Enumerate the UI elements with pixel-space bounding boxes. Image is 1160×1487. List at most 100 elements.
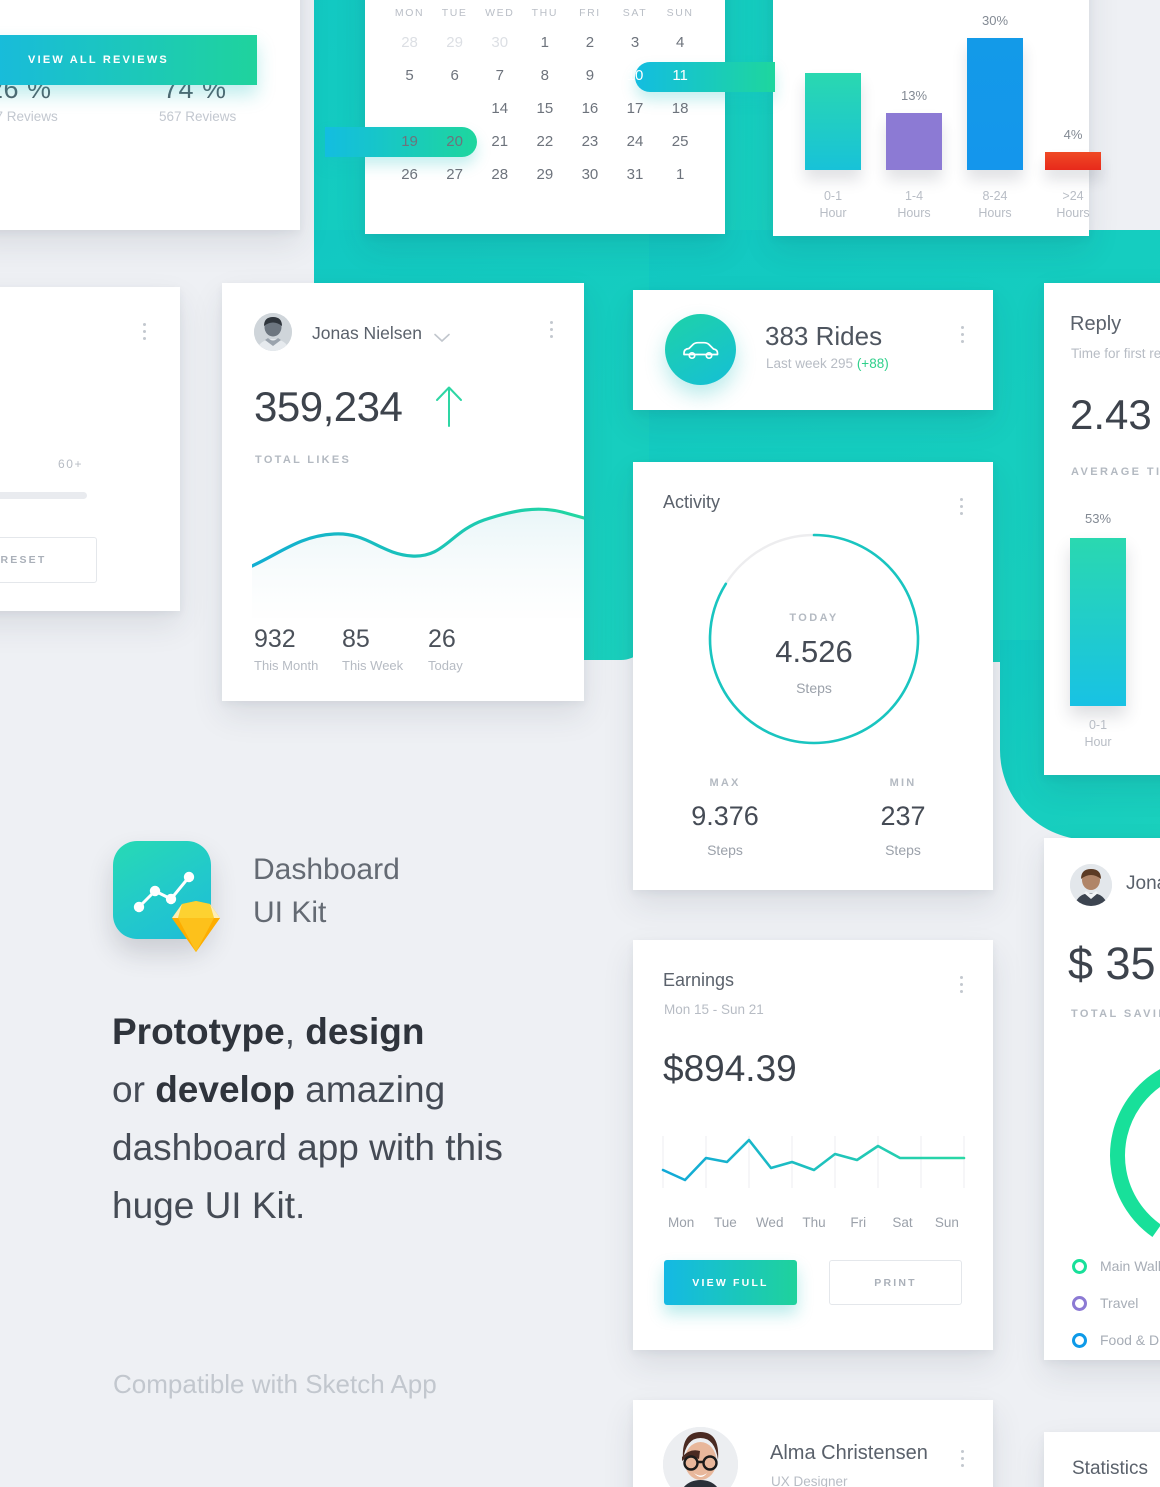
calendar-day-cell[interactable]: 12 bbox=[387, 92, 432, 125]
calendar-weekday: SAT bbox=[622, 7, 648, 19]
stat-value: 237 bbox=[880, 801, 926, 831]
calendar-week-row: 26 27 28 29 30 31 1 bbox=[387, 158, 703, 191]
range-slider-track[interactable] bbox=[0, 492, 87, 499]
earnings-day-label: Tue bbox=[714, 1215, 737, 1230]
calendar-day-cell[interactable]: 14 bbox=[477, 92, 522, 125]
rides-lastweek: Last week 295 bbox=[766, 356, 857, 371]
calendar-day-cell[interactable]: 4 bbox=[658, 26, 703, 59]
earnings-day-label: Fri bbox=[850, 1215, 867, 1230]
reset-button[interactable]: RESET bbox=[0, 537, 97, 583]
calendar-day-cell[interactable]: 23 bbox=[567, 125, 612, 158]
calendar-day-cell[interactable]: 11 bbox=[658, 59, 703, 92]
savings-amount: $ 35 bbox=[1068, 938, 1156, 989]
calendar-day-cell[interactable]: 1 bbox=[522, 26, 567, 59]
calendar-day-cell[interactable]: 25 bbox=[658, 125, 703, 158]
calendar-weekday: MON bbox=[394, 7, 425, 19]
slider-value-label: 60+ bbox=[58, 457, 84, 471]
calendar-day-cell[interactable]: 24 bbox=[612, 125, 657, 158]
rides-subtitle: Last week 295 (+88) bbox=[766, 356, 889, 371]
calendar-day-cell[interactable]: 18 bbox=[658, 92, 703, 125]
earnings-day-label: Wed bbox=[755, 1215, 784, 1230]
calendar-day-cell[interactable]: 15 bbox=[522, 92, 567, 125]
reply-caption: AVERAGE TIME bbox=[1071, 466, 1160, 478]
bar-value-label: 4% bbox=[1063, 127, 1083, 143]
savings-user-name: Jona bbox=[1126, 873, 1160, 894]
likes-stat-month: 932 This Month bbox=[254, 625, 318, 673]
calendar-day-cell[interactable]: 19 bbox=[387, 125, 432, 158]
calendar-day-cell[interactable]: 16 bbox=[567, 92, 612, 125]
more-options-icon[interactable] bbox=[960, 1450, 964, 1467]
calendar-day-cell[interactable]: 2 bbox=[567, 26, 612, 59]
calendar-day-cell[interactable]: 28 bbox=[387, 26, 432, 59]
calendar-day-cell[interactable]: 5 bbox=[387, 59, 432, 92]
chevron-down-icon[interactable] bbox=[434, 330, 450, 348]
bar-category-label: >24 Hours bbox=[1056, 189, 1090, 221]
calendar-day-cell[interactable]: 20 bbox=[432, 125, 477, 158]
more-options-icon[interactable] bbox=[959, 976, 963, 993]
calendar-day-cell[interactable]: 21 bbox=[477, 125, 522, 158]
calendar-day-cell[interactable]: 31 bbox=[612, 158, 657, 191]
view-full-button[interactable]: VIEW FULL bbox=[664, 1260, 797, 1305]
legend-item-food-drink: Food & Drin bbox=[1072, 1332, 1160, 1348]
earnings-day-label: Sat bbox=[892, 1215, 913, 1230]
statistics-title: Statistics bbox=[1072, 1458, 1149, 1479]
calendar-day-cell[interactable]: 28 bbox=[477, 158, 522, 191]
more-options-icon[interactable] bbox=[549, 321, 553, 338]
promo-app-title-line2: UI Kit bbox=[253, 895, 327, 929]
calendar-day-cell[interactable]: 17 bbox=[612, 92, 657, 125]
earnings-day-axis: Mon Tue Wed Thu Fri Sat Sun bbox=[659, 1215, 969, 1230]
calendar-weekday: SUN bbox=[666, 7, 694, 19]
legend-item-main-wallet: Main Wallet bbox=[1072, 1258, 1160, 1274]
calendar-day-cell[interactable]: 30 bbox=[477, 26, 522, 59]
stat-label: Today bbox=[428, 658, 463, 673]
positive-reviews-count: 567 Reviews bbox=[159, 109, 237, 124]
calendar-day-cell[interactable]: 26 bbox=[387, 158, 432, 191]
more-options-icon[interactable] bbox=[960, 326, 964, 343]
ring-unit: Steps bbox=[796, 680, 832, 696]
earnings-day-label: Mon bbox=[668, 1215, 695, 1230]
calendar-day-cell[interactable]: 13 bbox=[432, 92, 477, 125]
more-options-icon[interactable] bbox=[142, 323, 146, 340]
earnings-weekly-line-chart bbox=[661, 1136, 966, 1188]
calendar-day-cell[interactable]: 7 bbox=[477, 59, 522, 92]
view-all-reviews-button[interactable]: VIEW ALL REVIEWS bbox=[0, 35, 257, 85]
calendar-day-cell[interactable]: 9 bbox=[567, 59, 612, 92]
calendar-day-cell[interactable]: 30 bbox=[567, 158, 612, 191]
print-button[interactable]: PRINT bbox=[829, 1260, 962, 1305]
calendar-day-cell[interactable]: 10 bbox=[612, 59, 657, 92]
total-savings-donut bbox=[1110, 1056, 1160, 1255]
reply-time-bar-chart-card: 0-1 Hour 13% 1-4 Hours 30% 8-24 Hours 4% >24 Hours bbox=[773, 0, 1101, 236]
calendar-day-cell[interactable]: 22 bbox=[522, 125, 567, 158]
bar-2 bbox=[967, 37, 1023, 170]
bar-3 bbox=[1045, 152, 1101, 170]
total-likes-card: Jonas Nielsen 359,234 TOTAL LIKES 932 Th… bbox=[222, 283, 584, 701]
promo-app-title: Dashboard UI Kit bbox=[253, 849, 400, 934]
stat-value: 932 bbox=[254, 625, 296, 653]
activity-min-stat: MIN 237 Steps bbox=[833, 777, 973, 858]
bar-value-label: 30% bbox=[981, 12, 1009, 28]
calendar-day-cell[interactable]: 29 bbox=[432, 26, 477, 59]
bar-1 bbox=[886, 112, 942, 170]
bar-category-label: 1-4 Hours bbox=[897, 189, 931, 221]
calendar-day-cell[interactable]: 1 bbox=[658, 158, 703, 191]
bar-0 bbox=[1070, 538, 1126, 706]
profile-role: UX Designer bbox=[771, 1474, 848, 1487]
calendar-card: MON TUE WED THU FRI SAT SUN 28 29 30 1 2 3 4 5 6… bbox=[325, 0, 775, 234]
promo-app-title-line1: Dashboard bbox=[253, 853, 400, 886]
calendar-day-cell[interactable]: 3 bbox=[612, 26, 657, 59]
bar-category-label: 0-1 Hour bbox=[819, 189, 847, 221]
calendar-day-cell[interactable]: 8 bbox=[522, 59, 567, 92]
calendar-day-cell[interactable]: 29 bbox=[522, 158, 567, 191]
calendar-day-cell[interactable]: 27 bbox=[432, 158, 477, 191]
stat-key: MIN bbox=[889, 777, 917, 789]
earnings-amount: $894.39 bbox=[663, 1048, 797, 1089]
promo-headline-bold-3: develop bbox=[155, 1069, 296, 1111]
calendar-weekday: THU bbox=[531, 7, 559, 19]
more-options-icon[interactable] bbox=[959, 498, 963, 515]
promo-headline-or: or bbox=[112, 1069, 156, 1111]
activity-card: Activity TODAY 4.526 Steps MAX 9.376 Ste… bbox=[633, 462, 993, 890]
earnings-date-range: Mon 15 - Sun 21 bbox=[664, 1002, 764, 1017]
calendar-week-row: 12 13 14 15 16 17 18 bbox=[387, 92, 703, 125]
car-icon bbox=[665, 314, 736, 385]
calendar-day-cell[interactable]: 6 bbox=[432, 59, 477, 92]
